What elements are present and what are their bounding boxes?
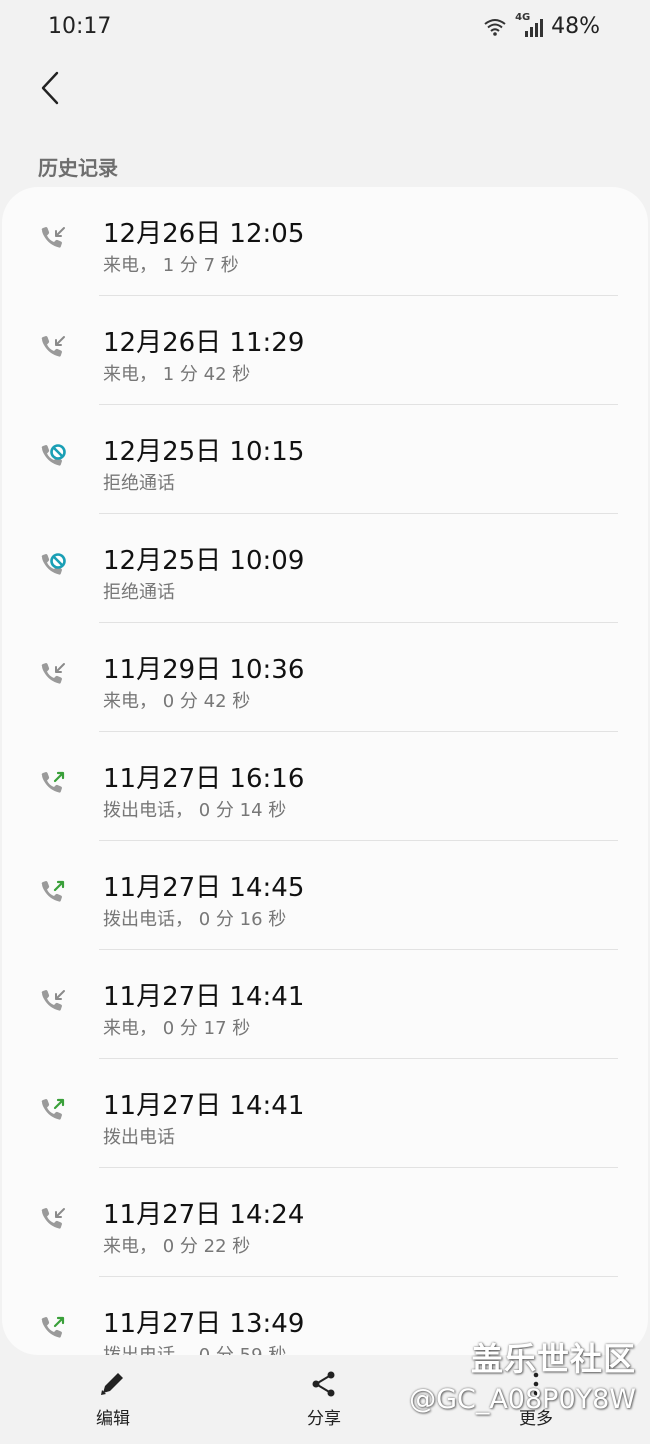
edit-button[interactable]: 编辑 — [63, 1370, 163, 1429]
rejected-call-icon — [38, 552, 68, 582]
call-datetime: 11月27日 14:24 — [103, 1200, 305, 1230]
call-log-row[interactable]: 11月27日 14:45 拨出电话， 0 分 16 秒 — [2, 841, 648, 950]
back-arrow-icon — [39, 71, 61, 109]
rejected-call-icon — [38, 443, 68, 473]
share-button[interactable]: 分享 — [274, 1370, 374, 1429]
share-icon — [309, 1370, 339, 1404]
watermark: 盖乐世社区 @GC_A08P0Y8W — [409, 1334, 636, 1415]
call-detail: 拨出电话， 0 分 14 秒 — [103, 800, 287, 821]
call-datetime: 12月26日 11:29 — [103, 328, 305, 358]
call-datetime: 11月27日 13:49 — [103, 1309, 305, 1339]
edit-label: 编辑 — [96, 1409, 130, 1429]
call-history-list: 12月26日 12:05 来电， 1 分 7 秒 12月26日 11:29 来电， 1… — [2, 187, 648, 1355]
outgoing-call-icon — [38, 1315, 68, 1345]
call-detail: 拨出电话， 0 分 59 秒 — [103, 1341, 286, 1355]
watermark-site: 盖乐世社区 — [470, 1340, 636, 1378]
call-log-row[interactable]: 12月25日 10:15 拒绝通话 — [2, 405, 648, 514]
call-datetime: 12月26日 12:05 — [103, 219, 305, 249]
call-datetime: 11月27日 14:41 — [103, 1091, 305, 1121]
watermark-user: @GC_A08P0Y8W — [409, 1384, 636, 1415]
call-detail: 拒绝通话 — [103, 582, 175, 603]
call-datetime: 11月27日 14:41 — [103, 982, 305, 1012]
outgoing-call-icon — [38, 1097, 68, 1127]
incoming-call-icon — [38, 225, 68, 255]
incoming-call-icon — [38, 334, 68, 364]
call-log-row[interactable]: 12月26日 11:29 来电， 1 分 42 秒 — [2, 296, 648, 405]
call-datetime: 11月29日 10:36 — [103, 655, 305, 685]
call-detail: 来电， 0 分 22 秒 — [103, 1236, 251, 1257]
wifi-icon — [483, 17, 507, 37]
call-log-row[interactable]: 12月25日 10:09 拒绝通话 — [2, 514, 648, 623]
call-datetime: 12月25日 10:09 — [103, 546, 305, 576]
status-time: 10:17 — [48, 14, 112, 39]
incoming-call-icon — [38, 661, 68, 691]
call-datetime: 12月25日 10:15 — [103, 437, 305, 467]
incoming-call-icon — [38, 1206, 68, 1236]
outgoing-call-icon — [38, 879, 68, 909]
call-log-row[interactable]: 11月27日 14:24 来电， 0 分 22 秒 — [2, 1168, 648, 1277]
call-detail: 拒绝通话 — [103, 473, 175, 494]
call-detail: 拨出电话 — [103, 1127, 175, 1148]
call-datetime: 11月27日 14:45 — [103, 873, 305, 903]
share-label: 分享 — [307, 1409, 341, 1429]
call-detail: 来电， 1 分 42 秒 — [103, 364, 251, 385]
pencil-icon — [98, 1370, 128, 1404]
call-datetime: 11月27日 16:16 — [103, 764, 305, 794]
battery-level: 48% — [551, 14, 600, 39]
status-bar: 10:17 4G 48% — [0, 0, 650, 56]
call-log-row[interactable]: 11月27日 16:16 拨出电话， 0 分 14 秒 — [2, 732, 648, 841]
call-log-row[interactable]: 11月29日 10:36 来电， 0 分 42 秒 — [2, 623, 648, 732]
section-title: 历史记录 — [38, 156, 118, 180]
call-detail: 来电， 0 分 42 秒 — [103, 691, 251, 712]
back-button[interactable] — [30, 68, 70, 112]
call-log-row[interactable]: 11月27日 14:41 来电， 0 分 17 秒 — [2, 950, 648, 1059]
call-log-row[interactable]: 11月27日 14:41 拨出电话 — [2, 1059, 648, 1168]
call-log-row[interactable]: 12月26日 12:05 来电， 1 分 7 秒 — [2, 187, 648, 296]
outgoing-call-icon — [38, 770, 68, 800]
call-detail: 拨出电话， 0 分 16 秒 — [103, 909, 287, 930]
status-icons: 4G 48% — [483, 12, 600, 39]
call-detail: 来电， 1 分 7 秒 — [103, 255, 239, 276]
call-detail: 来电， 0 分 17 秒 — [103, 1018, 251, 1039]
incoming-call-icon — [38, 988, 68, 1018]
signal-icon: 4G — [515, 12, 544, 38]
